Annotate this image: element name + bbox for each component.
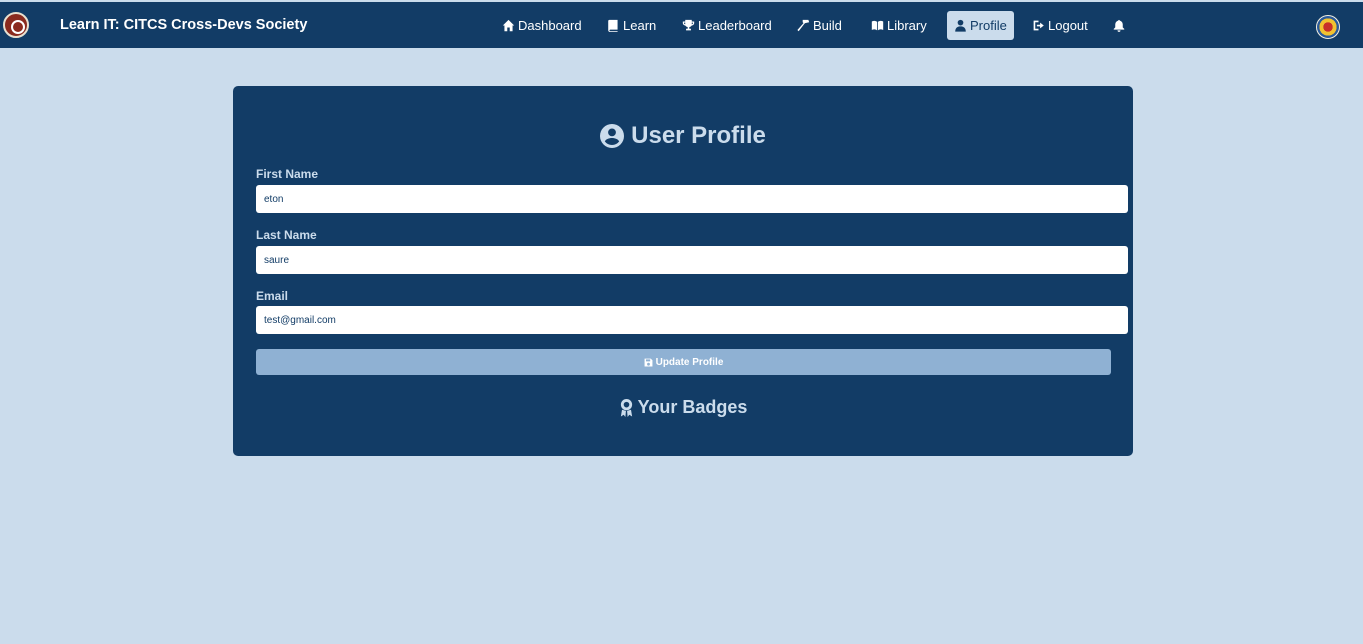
last-name-input[interactable]	[256, 246, 1128, 274]
book-icon	[608, 19, 618, 32]
page-title: User Profile	[233, 122, 1133, 150]
nav-profile-label: Profile	[970, 18, 1007, 33]
save-icon	[644, 358, 653, 366]
nav-library[interactable]: Library	[864, 11, 934, 40]
notifications-bell[interactable]	[1113, 19, 1125, 32]
hammer-icon	[797, 19, 810, 32]
bell-icon	[1113, 19, 1125, 32]
society-logo[interactable]	[3, 12, 29, 38]
open-book-icon	[871, 20, 884, 31]
nav-logout-label: Logout	[1048, 18, 1088, 33]
user-icon	[955, 19, 966, 32]
logout-icon	[1033, 20, 1044, 31]
update-profile-button[interactable]: Update Profile	[256, 349, 1111, 375]
brand-title[interactable]: Learn IT: CITCS Cross-Devs Society	[60, 17, 307, 33]
last-name-label: Last Name	[256, 228, 317, 242]
nav-learn[interactable]: Learn	[600, 11, 663, 40]
badges-heading: Your Badges	[233, 397, 1133, 418]
nav-dashboard[interactable]: Dashboard	[495, 11, 589, 40]
nav-profile[interactable]: Profile	[947, 11, 1014, 40]
nav-build[interactable]: Build	[790, 11, 849, 40]
nav-logout[interactable]: Logout	[1025, 11, 1095, 40]
page-title-text: User Profile	[631, 122, 766, 149]
email-label: Email	[256, 289, 289, 303]
nav-dashboard-label: Dashboard	[518, 18, 582, 33]
top-navbar: Learn IT: CITCS Cross-Devs Society Dashb…	[0, 2, 1363, 48]
nav-library-label: Library	[887, 18, 927, 33]
email-input[interactable]	[256, 306, 1128, 334]
nav-leaderboard[interactable]: Leaderboard	[675, 11, 779, 40]
first-name-label: First Name	[256, 167, 319, 181]
update-profile-label: Update Profile	[655, 356, 724, 368]
nav-leaderboard-label: Leaderboard	[698, 18, 772, 33]
badges-heading-text: Your Badges	[637, 397, 748, 417]
university-logo[interactable]	[1316, 15, 1340, 39]
award-icon	[620, 398, 632, 417]
nav-learn-label: Learn	[623, 18, 657, 33]
user-circle-icon	[600, 124, 625, 148]
first-name-input[interactable]	[256, 185, 1128, 213]
trophy-icon	[682, 19, 695, 31]
home-icon	[502, 19, 515, 32]
nav-build-label: Build	[813, 18, 842, 33]
profile-card: User Profile First Name Last Name Email …	[233, 86, 1133, 456]
